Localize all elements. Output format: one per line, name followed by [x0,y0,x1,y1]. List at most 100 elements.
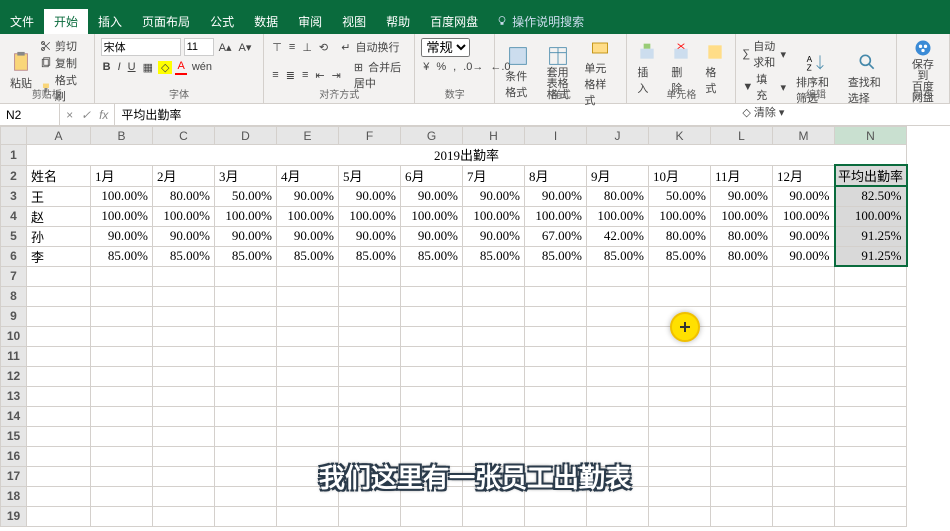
avg-header[interactable]: 平均出勤率 [835,165,907,186]
empty-cell[interactable] [835,386,907,406]
col-header-C[interactable]: C [153,127,215,145]
empty-cell[interactable] [711,406,773,426]
empty-cell[interactable] [773,486,835,506]
empty-cell[interactable] [401,506,463,526]
font-size-input[interactable] [184,38,214,56]
empty-cell[interactable] [835,466,907,486]
empty-cell[interactable] [525,506,587,526]
empty-cell[interactable] [401,366,463,386]
empty-cell[interactable] [91,366,153,386]
tell-me[interactable]: 操作说明搜索 [496,13,584,30]
col-header-I[interactable]: I [525,127,587,145]
data-cell[interactable]: 85.00% [525,246,587,266]
col-header-J[interactable]: J [587,127,649,145]
empty-cell[interactable] [339,406,401,426]
empty-cell[interactable] [463,326,525,346]
empty-cell[interactable] [153,466,215,486]
empty-cell[interactable] [339,346,401,366]
title-cell[interactable]: 2019出勤率 [27,145,907,166]
empty-cell[interactable] [773,446,835,466]
empty-cell[interactable] [153,486,215,506]
empty-cell[interactable] [339,326,401,346]
empty-cell[interactable] [773,386,835,406]
empty-cell[interactable] [463,306,525,326]
clear-button[interactable]: ◇ 清除 ▾ [742,104,786,120]
col-header-E[interactable]: E [277,127,339,145]
orientation[interactable]: ⟲ [317,40,330,55]
data-cell[interactable]: 90.00% [773,226,835,246]
fx-icon[interactable]: fx [99,108,108,122]
data-cell[interactable]: 100.00% [463,206,525,226]
align-top[interactable]: ⊤ [270,40,284,55]
col-label[interactable]: 1月 [91,165,153,186]
align-center[interactable]: ≣ [284,68,297,83]
empty-cell[interactable] [711,486,773,506]
data-cell[interactable]: 100.00% [153,206,215,226]
italic-button[interactable]: I [116,60,123,74]
data-cell[interactable]: 100.00% [277,206,339,226]
font-color-button[interactable]: A [175,59,186,75]
empty-cell[interactable] [215,326,277,346]
data-cell[interactable]: 80.00% [649,226,711,246]
col-label[interactable]: 5月 [339,165,401,186]
empty-cell[interactable] [463,366,525,386]
fill-color-button[interactable]: ◇ [158,61,172,74]
empty-cell[interactable] [339,306,401,326]
empty-cell[interactable] [27,506,91,526]
data-cell[interactable]: 50.00% [215,186,277,206]
empty-cell[interactable] [587,346,649,366]
empty-cell[interactable] [711,306,773,326]
empty-cell[interactable] [773,346,835,366]
wrap-button[interactable]: ↵ 自动换行 [339,38,403,56]
empty-cell[interactable] [91,406,153,426]
align-left[interactable]: ≡ [270,68,280,82]
tab-baidu[interactable]: 百度网盘 [420,9,488,34]
empty-cell[interactable] [649,486,711,506]
empty-cell[interactable] [215,486,277,506]
data-cell[interactable]: 90.00% [463,186,525,206]
data-cell[interactable]: 90.00% [339,186,401,206]
name-cell[interactable]: 李 [27,246,91,266]
data-cell[interactable]: 100.00% [91,186,153,206]
data-cell[interactable]: 90.00% [215,226,277,246]
row-header[interactable]: 18 [1,486,27,506]
col-header-M[interactable]: M [773,127,835,145]
empty-cell[interactable] [91,486,153,506]
empty-cell[interactable] [27,426,91,446]
empty-cell[interactable] [277,426,339,446]
row-header[interactable]: 8 [1,286,27,306]
empty-cell[interactable] [401,266,463,286]
empty-cell[interactable] [649,366,711,386]
row-header[interactable]: 10 [1,326,27,346]
col-header-G[interactable]: G [401,127,463,145]
empty-cell[interactable] [711,326,773,346]
col-label[interactable]: 9月 [587,165,649,186]
empty-cell[interactable] [401,346,463,366]
col-label[interactable]: 姓名 [27,165,91,186]
col-header-N[interactable]: N [835,127,907,145]
insert-button[interactable]: 插入 [633,42,661,96]
row-header[interactable]: 15 [1,426,27,446]
empty-cell[interactable] [27,386,91,406]
data-cell[interactable]: 100.00% [339,206,401,226]
tab-file[interactable]: 文件 [0,9,44,34]
row-header[interactable]: 1 [1,145,27,166]
empty-cell[interactable] [835,446,907,466]
select-all[interactable] [1,127,27,145]
avg-cell[interactable]: 100.00% [835,206,907,226]
border-button[interactable]: ▦ [141,60,155,75]
data-cell[interactable]: 90.00% [773,246,835,266]
row-header[interactable]: 2 [1,165,27,186]
empty-cell[interactable] [153,406,215,426]
row-header[interactable]: 5 [1,226,27,246]
data-cell[interactable]: 80.00% [587,186,649,206]
empty-cell[interactable] [463,426,525,446]
empty-cell[interactable] [215,426,277,446]
col-header-F[interactable]: F [339,127,401,145]
tab-formula[interactable]: 公式 [200,9,244,34]
empty-cell[interactable] [773,506,835,526]
col-label[interactable]: 11月 [711,165,773,186]
empty-cell[interactable] [401,286,463,306]
empty-cell[interactable] [91,286,153,306]
empty-cell[interactable] [463,346,525,366]
